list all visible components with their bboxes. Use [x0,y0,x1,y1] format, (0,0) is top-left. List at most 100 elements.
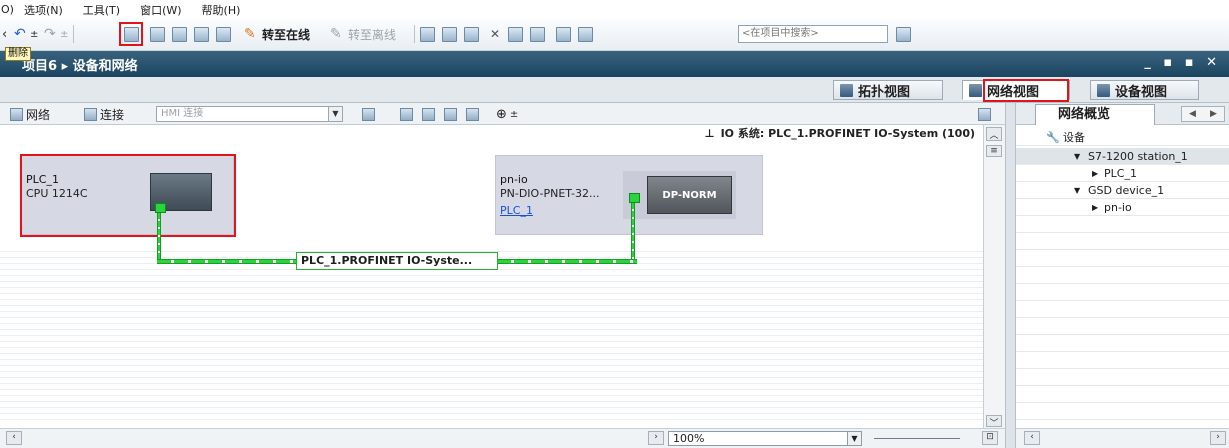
expand-arrow-icon[interactable]: ▼ [1074,148,1080,165]
list-item [1016,216,1229,233]
tab-label: 网络视图 [987,84,1040,100]
device-type: PN-DIO-PNET-32... [500,187,600,200]
go-offline-icon[interactable]: ✎ [330,26,342,42]
address-button[interactable] [422,106,435,122]
fit-view-icon[interactable]: ⊡ [982,431,998,445]
plc-network-line[interactable] [157,213,161,261]
list-item[interactable]: ▼ S7-1200 station_1 [1016,148,1229,165]
accessible-devices-icon[interactable] [420,26,435,42]
grid-icon [444,107,457,121]
list-item[interactable]: ▶ pn-io [1016,199,1229,216]
io-system-label: IO 系统: PLC_1.PROFINET IO-System (100) [720,127,975,140]
network-label[interactable]: PLC_1.PROFINET IO-Syste... [296,252,498,270]
upload-icon[interactable] [194,26,209,42]
connections-button[interactable]: 连接 [84,106,124,122]
undo-icon[interactable]: ↶ [14,26,26,42]
overview-nav[interactable]: ◀ ▶ [1181,106,1225,122]
connections-table-button[interactable] [400,106,413,122]
go-online-button[interactable]: 转至在线 [262,26,310,42]
list-item [1016,369,1229,386]
toolbar-separator [73,25,74,43]
topology-icon [840,83,853,97]
scroll-down-icon[interactable]: ﹀ [986,415,1002,429]
chevron-left-icon[interactable]: ◀ [1189,109,1196,119]
redo-list-icon[interactable]: ± [60,26,68,42]
zoom-button[interactable]: ⊕ ± [496,106,518,122]
zoom-select[interactable]: 100% ▼ [668,431,862,446]
list-item[interactable]: 🔧 设备 [1016,129,1229,146]
delete-icon[interactable] [124,26,139,42]
project-search-input[interactable]: <在项目中搜索> [738,25,888,43]
scroll-right-icon[interactable]: › [648,431,664,445]
window-controls[interactable]: _ ▪ ▪ ✕ [1144,55,1221,70]
device-name: pn-io [500,173,528,186]
network-icon [969,83,982,97]
plc-port[interactable] [155,203,166,213]
network-label: 网络 [26,107,51,122]
pane-splitter[interactable] [1005,103,1016,448]
scroll-left-icon[interactable]: ‹ [1024,431,1040,445]
chevron-left-icon[interactable]: ‹ [2,26,7,42]
compile-icon[interactable] [150,26,165,42]
connection-type-select[interactable]: HMI 连接 ▼ [156,106,343,122]
download-icon[interactable] [172,26,187,42]
tab-network-view[interactable]: 网络视图 [962,80,1070,100]
scroll-menu-icon[interactable]: ≡ [986,145,1002,157]
split-vertical-icon[interactable] [530,26,545,42]
menu-item-window[interactable]: 窗口(W) [140,2,181,18]
connection-type-value: HMI 连接 [161,108,204,119]
go-offline-button[interactable]: 转至离线 [348,26,396,42]
device-tree-icon: 🔧 [1046,131,1060,144]
io-network-line[interactable] [631,203,635,261]
vertical-scrollbar[interactable]: ︿ ≡ ﹀ [983,125,1005,429]
zoom-value: 100% [673,432,705,445]
go-online-icon[interactable]: ✎ [244,26,256,42]
tab-label: 设备视图 [1115,84,1168,100]
search-icon[interactable] [896,26,911,42]
overview-label: S7-1200 station_1 [1088,150,1188,163]
list-item[interactable]: ▼ GSD device_1 [1016,182,1229,199]
menu-item-online[interactable]: O) [1,3,14,16]
scroll-right-icon[interactable]: › [1210,431,1226,445]
compare-offline-icon[interactable] [578,26,593,42]
tab-device-view[interactable]: 设备视图 [1090,80,1199,100]
show-names-button[interactable] [362,106,375,122]
menu-item-help[interactable]: 帮助(H) [202,2,241,18]
bottom-bar: ‹ › 100% ▼ ⊡ [0,428,1005,448]
network-button[interactable]: 网络 [10,106,50,122]
overview-hscrollbar[interactable]: ‹ › [1016,428,1229,448]
pin-icon[interactable]: ⊥ [705,127,715,140]
expand-arrow-icon[interactable]: ▶ [1092,199,1098,216]
io-port[interactable] [629,193,640,203]
grid-button[interactable] [444,106,457,122]
stop-cpu-icon[interactable] [464,26,479,42]
tab-topology-view[interactable]: 拓扑视图 [833,80,943,100]
menu-item-options[interactable]: 选项(N) [24,2,63,18]
chevron-down-icon[interactable]: ▼ [847,432,861,445]
scroll-left-icon[interactable]: ‹ [6,431,22,445]
controller-link[interactable]: PLC_1 [500,204,533,217]
device-plc[interactable]: PLC_1 CPU 1214C [21,155,234,235]
dp-norm-module: DP-NORM [647,176,732,214]
connections-label: 连接 [100,107,125,122]
chevron-down-icon[interactable]: ▼ [328,107,342,121]
chevron-right-icon[interactable]: ▶ [1210,109,1217,119]
list-item[interactable]: ▶ PLC_1 [1016,165,1229,182]
redo-icon[interactable]: ↷ [44,26,56,42]
scroll-up-icon[interactable]: ︿ [986,127,1002,141]
device-type: CPU 1214C [26,187,88,200]
cross-reference-icon[interactable]: ✕ [490,26,500,42]
split-horizontal-icon[interactable] [508,26,523,42]
menu-item-tools[interactable]: 工具(T) [83,2,120,18]
table-button[interactable] [466,106,479,122]
expand-arrow-icon[interactable]: ▼ [1074,182,1080,199]
overview-toggle-button[interactable] [978,106,991,122]
undo-list-icon[interactable]: ± [30,26,38,42]
tab-network-overview[interactable]: 网络概览 [1035,104,1155,125]
zoom-slider[interactable] [874,438,960,439]
expand-arrow-icon[interactable]: ▶ [1092,165,1098,182]
simulation-icon[interactable] [216,26,231,42]
compare-icon[interactable] [556,26,571,42]
list-item [1016,403,1229,420]
start-cpu-icon[interactable] [442,26,457,42]
